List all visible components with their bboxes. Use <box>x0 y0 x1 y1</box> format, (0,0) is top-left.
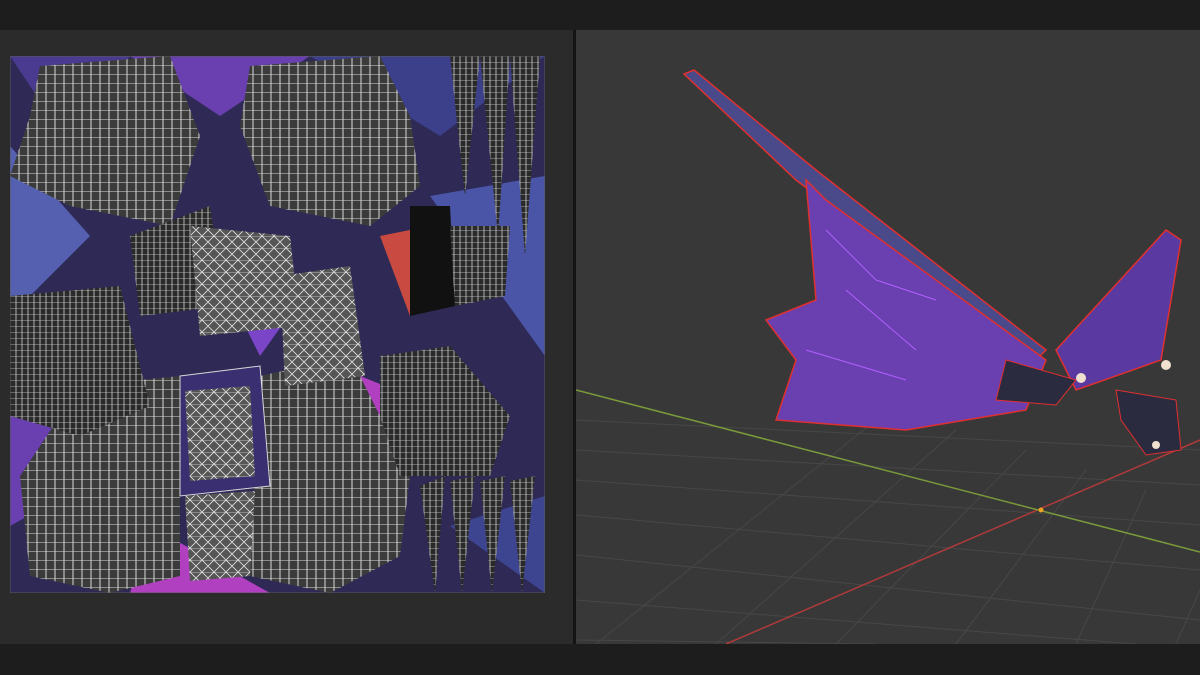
viewport-scene <box>576 69 1200 644</box>
uv-island <box>410 206 455 316</box>
x-axis-line <box>725 439 1200 644</box>
dragon-wing-model <box>682 69 1182 456</box>
bottom-status-bar <box>0 644 1200 675</box>
uv-island <box>185 386 255 481</box>
3d-viewport-panel[interactable] <box>576 30 1200 644</box>
uv-texture-image[interactable] <box>10 56 545 593</box>
uv-island <box>280 266 365 386</box>
world-origin-icon <box>1038 507 1044 513</box>
uv-editor-panel[interactable] <box>0 30 573 644</box>
uv-island <box>185 491 255 581</box>
top-header-bar <box>0 0 1200 30</box>
uv-layout-svg <box>10 56 545 593</box>
floor-grid <box>576 419 1200 644</box>
uv-island <box>450 226 510 306</box>
